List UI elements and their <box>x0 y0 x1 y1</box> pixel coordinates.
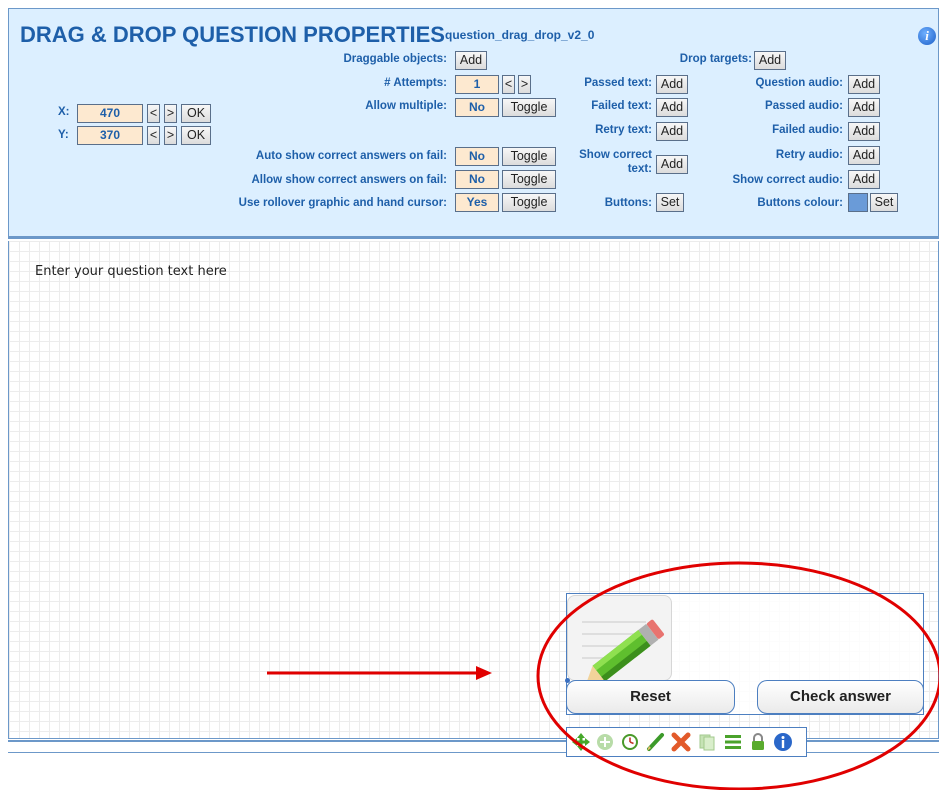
annotation-overlay <box>267 561 939 790</box>
annotation-ellipse <box>536 561 939 790</box>
annotation-arrow-head <box>476 666 492 680</box>
